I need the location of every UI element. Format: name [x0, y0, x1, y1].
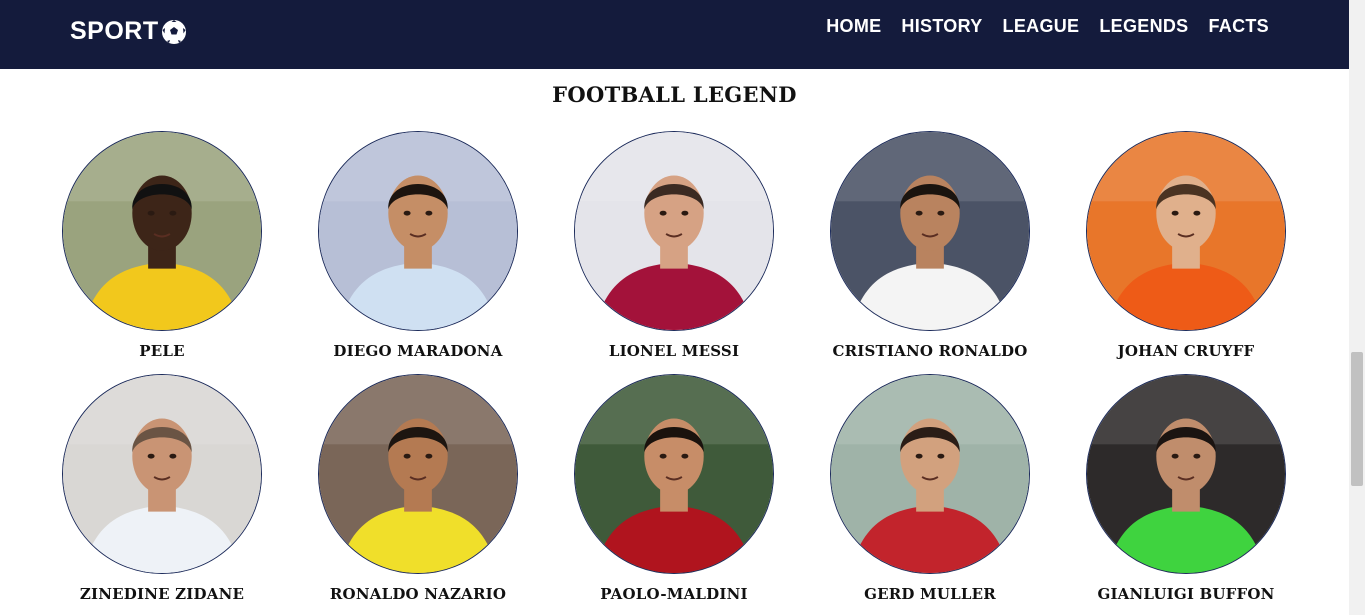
nav-home-link[interactable]: HOME — [826, 16, 881, 37]
nav-league-link[interactable]: LEAGUE — [1003, 16, 1080, 37]
legend-portrait[interactable] — [318, 374, 518, 574]
player-portrait-image — [63, 375, 261, 573]
player-portrait-image — [831, 132, 1029, 330]
legend-card[interactable]: LIONEL MESSI — [546, 131, 802, 362]
legend-card[interactable]: RONALDO NAZARIO — [290, 374, 546, 605]
legends-grid: PELE DIEGO MARADONA LIONEL MESSI CRISTIANO … — [34, 131, 1314, 605]
section-title: FOOTBALL LEGEND — [552, 82, 797, 107]
legend-card[interactable]: CRISTIANO RONALDO — [802, 131, 1058, 362]
soccer-ball-icon — [161, 19, 186, 44]
legend-card[interactable]: JOHAN CRUYFF — [1058, 131, 1314, 362]
legend-name: GERD MULLER — [864, 585, 996, 603]
player-portrait-image — [575, 375, 773, 573]
navbar: SPORT HOME HISTORY LEAGUE LEGENDS FACTS — [0, 0, 1349, 69]
player-portrait-image — [1087, 375, 1285, 573]
nav-facts-link[interactable]: FACTS — [1208, 16, 1269, 37]
nav-history-link[interactable]: HISTORY — [901, 16, 982, 37]
legend-portrait[interactable] — [574, 131, 774, 331]
legend-name: ZINEDINE ZIDANE — [79, 585, 245, 603]
logo[interactable]: SPORT — [70, 17, 187, 46]
player-portrait-image — [1087, 132, 1285, 330]
legend-portrait[interactable] — [1086, 131, 1286, 331]
main-nav: HOME HISTORY LEAGUE LEGENDS FACTS — [826, 16, 1269, 37]
player-portrait-image — [63, 132, 261, 330]
legend-name: PAOLO-MALDINI — [600, 585, 748, 603]
legend-portrait[interactable] — [830, 374, 1030, 574]
legend-card[interactable]: DIEGO MARADONA — [290, 131, 546, 362]
page: SPORT HOME HISTORY LEAGUE LEGENDS FACTS … — [0, 0, 1365, 615]
legend-card[interactable]: GIANLUIGI BUFFON — [1058, 374, 1314, 605]
player-portrait-image — [319, 375, 517, 573]
legend-card[interactable]: PAOLO-MALDINI — [546, 374, 802, 605]
legend-card[interactable]: GERD MULLER — [802, 374, 1058, 605]
vertical-scrollbar[interactable] — [1349, 0, 1365, 615]
logo-text: SPORT — [70, 17, 159, 45]
legend-portrait[interactable] — [62, 374, 262, 574]
legend-name: RONALDO NAZARIO — [329, 585, 507, 603]
legend-card[interactable]: ZINEDINE ZIDANE — [34, 374, 290, 605]
player-portrait-image — [831, 375, 1029, 573]
player-portrait-image — [575, 132, 773, 330]
legend-portrait[interactable] — [830, 131, 1030, 331]
legend-portrait[interactable] — [62, 131, 262, 331]
legend-name: DIEGO MARADONA — [333, 342, 503, 360]
legend-name: CRISTIANO RONALDO — [832, 342, 1028, 360]
legend-portrait[interactable] — [574, 374, 774, 574]
player-portrait-image — [319, 132, 517, 330]
nav-legends-link[interactable]: LEGENDS — [1099, 16, 1188, 37]
legend-portrait[interactable] — [318, 131, 518, 331]
scrollbar-thumb[interactable] — [1351, 352, 1363, 486]
legend-card[interactable]: PELE — [34, 131, 290, 362]
legend-portrait[interactable] — [1086, 374, 1286, 574]
legend-name: LIONEL MESSI — [608, 342, 740, 360]
legend-name: JOHAN CRUYFF — [1117, 342, 1255, 360]
legend-name: GIANLUIGI BUFFON — [1097, 585, 1275, 603]
legend-name: PELE — [139, 342, 185, 360]
